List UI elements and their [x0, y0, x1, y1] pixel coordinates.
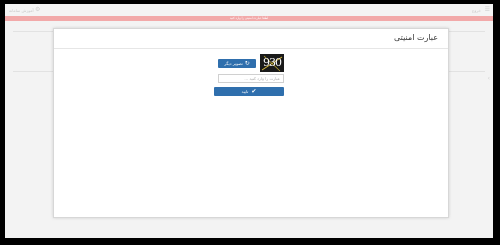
- browser-viewport: ☰ خروج ⚙ آموزش سامانه لطفا عبارت امنیتی …: [5, 4, 493, 238]
- chevron-left-icon: ‹: [487, 75, 490, 82]
- top-bar: ☰ خروج ⚙ آموزش سامانه: [5, 4, 493, 16]
- modal-header: عبارت امنیتی: [54, 29, 448, 49]
- refresh-icon: ↻: [244, 59, 250, 67]
- checkmark-icon: ✔: [251, 87, 257, 95]
- security-phrase-modal: عبارت امنیتی 930 ↻ تصویر دیگر ✔ تایید: [53, 28, 449, 218]
- captcha-text: 930: [263, 56, 282, 69]
- alert-text: لطفا عبارت امنیتی را وارد کنید: [229, 16, 269, 20]
- topbar-left-text[interactable]: خروج: [472, 8, 481, 13]
- new-image-label: تصویر دیگر: [224, 61, 243, 66]
- modal-title: عبارت امنیتی: [394, 33, 438, 42]
- topbar-right-text[interactable]: آموزش سامانه: [9, 8, 34, 13]
- confirm-button[interactable]: ✔ تایید: [214, 87, 284, 96]
- menu-icon[interactable]: ☰: [485, 7, 490, 13]
- settings-icon[interactable]: ⚙: [35, 7, 40, 13]
- new-image-button[interactable]: ↻ تصویر دیگر: [218, 59, 256, 68]
- captcha-image: 930: [260, 54, 284, 72]
- confirm-label: تایید: [241, 89, 249, 94]
- security-phrase-input[interactable]: [218, 74, 284, 83]
